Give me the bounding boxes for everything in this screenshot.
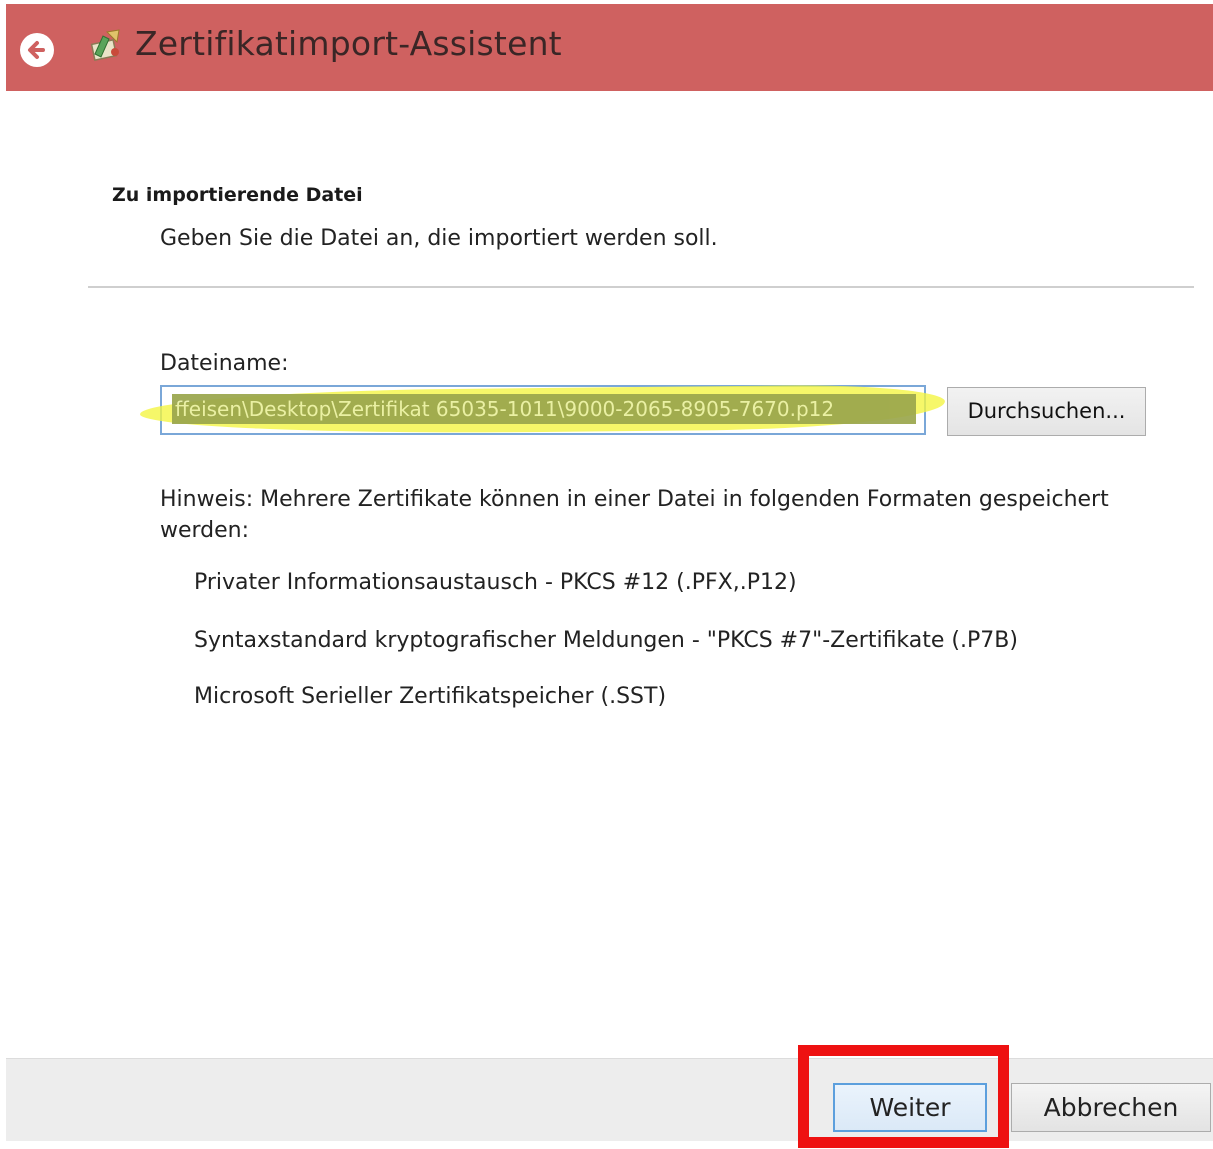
browse-button[interactable]: Durchsuchen... <box>947 387 1146 436</box>
format-item-pkcs12: Privater Informationsaustausch - PKCS #1… <box>194 570 797 595</box>
window-title: Zertifikatimport-Assistent <box>135 24 562 63</box>
format-item-sst: Microsoft Serieller Zertifikatspeicher (… <box>194 684 667 709</box>
filename-label: Dateiname: <box>160 351 289 376</box>
certificate-wizard-icon <box>90 29 120 62</box>
back-arrow-icon[interactable] <box>18 31 56 69</box>
cancel-button[interactable]: Abbrechen <box>1011 1083 1211 1132</box>
title-bar: Zertifikatimport-Assistent <box>6 4 1213 91</box>
header-divider <box>88 286 1194 288</box>
page-heading: Zu importierende Datei <box>112 184 363 206</box>
format-hint: Hinweis: Mehrere Zertifikate können in e… <box>160 487 1109 543</box>
next-button[interactable]: Weiter <box>833 1083 987 1132</box>
filename-value[interactable]: ffeisen\Desktop\Zertifikat 65035-1011\90… <box>172 394 916 424</box>
certificate-import-wizard: Zertifikatimport-Assistent Zu importiere… <box>0 0 1213 1149</box>
page-subheading: Geben Sie die Datei an, die importiert w… <box>160 226 718 251</box>
format-item-pkcs7: Syntaxstandard kryptografischer Meldunge… <box>194 628 1018 653</box>
